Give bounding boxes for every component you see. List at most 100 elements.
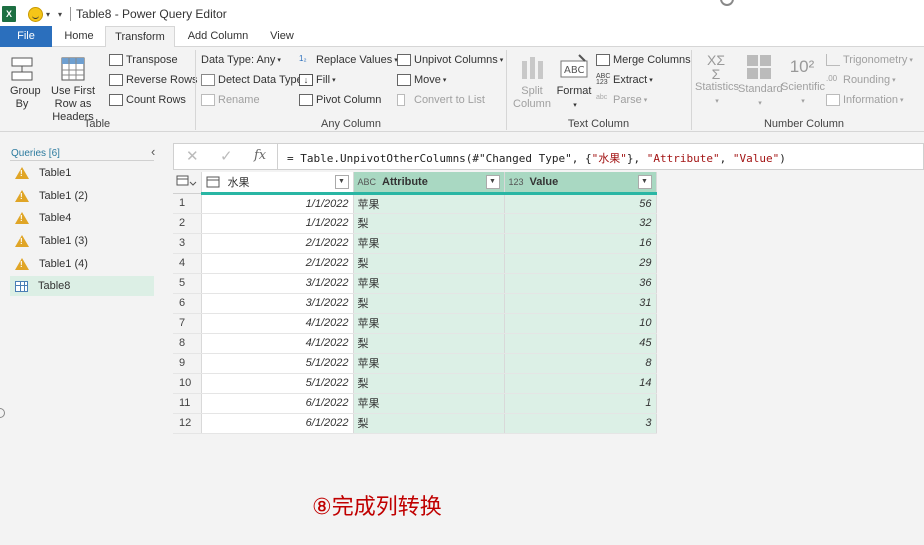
attribute-cell[interactable]: 苹果: [353, 393, 505, 414]
date-cell[interactable]: 3/1/2022: [201, 293, 354, 314]
tab-add-column[interactable]: Add Column: [178, 26, 258, 47]
table-row[interactable]: 11 6/1/2022 苹果 1: [173, 393, 657, 414]
date-cell[interactable]: 5/1/2022: [201, 353, 354, 374]
value-cell[interactable]: 56: [504, 193, 657, 214]
unpivot-columns-dropdown[interactable]: Unpivot Columns ▾: [397, 54, 503, 66]
attribute-cell[interactable]: 梨: [353, 213, 505, 234]
date-cell[interactable]: 1/1/2022: [201, 193, 354, 214]
attribute-cell[interactable]: 梨: [353, 293, 505, 314]
table-row[interactable]: 8 4/1/2022 梨 45: [173, 333, 657, 354]
table-row[interactable]: 9 5/1/2022 苹果 8: [173, 353, 657, 374]
reverse-rows-button[interactable]: Reverse Rows: [109, 74, 198, 86]
count-rows-button[interactable]: Count Rows: [109, 94, 186, 106]
rename-button[interactable]: Rename: [201, 94, 260, 106]
quick-access-dropdown-icon[interactable]: ▾: [58, 10, 62, 19]
move-dropdown[interactable]: Move ▾: [397, 74, 446, 86]
attribute-cell[interactable]: 苹果: [353, 353, 505, 374]
date-cell[interactable]: 6/1/2022: [201, 413, 354, 434]
row-number[interactable]: 5: [173, 273, 202, 294]
convert-to-list-button[interactable]: Convert to List: [397, 94, 485, 106]
tab-home[interactable]: Home: [55, 26, 103, 47]
column-filter-dropdown[interactable]: ▼: [334, 174, 349, 189]
replace-values-dropdown[interactable]: 1₂ Replace Values ▾: [299, 54, 398, 66]
date-cell[interactable]: 2/1/2022: [201, 233, 354, 254]
row-number[interactable]: 10: [173, 373, 202, 394]
query-item-selected[interactable]: Table8: [10, 276, 154, 296]
formula-input[interactable]: = Table.UnpivotOtherColumns(#"Changed Ty…: [287, 150, 786, 166]
column-filter-dropdown[interactable]: ▼: [637, 174, 652, 189]
column-header-value[interactable]: 123 Value ▼: [504, 172, 657, 195]
rounding-dropdown[interactable]: .00 Rounding ▾: [826, 74, 896, 86]
attribute-cell[interactable]: 梨: [353, 253, 505, 274]
date-cell[interactable]: 3/1/2022: [201, 273, 354, 294]
tab-transform[interactable]: Transform: [105, 26, 175, 48]
merge-columns-button[interactable]: Merge Columns: [596, 54, 691, 66]
value-cell[interactable]: 10: [504, 313, 657, 334]
value-cell[interactable]: 8: [504, 353, 657, 374]
value-cell[interactable]: 14: [504, 373, 657, 394]
date-cell[interactable]: 5/1/2022: [201, 373, 354, 394]
table-row[interactable]: 7 4/1/2022 苹果 10: [173, 313, 657, 334]
row-number[interactable]: 9: [173, 353, 202, 374]
fx-icon[interactable]: fx: [254, 148, 266, 163]
query-item[interactable]: Table1 (3): [10, 231, 154, 251]
column-header-attribute[interactable]: ABC Attribute ▼: [353, 172, 505, 195]
row-number[interactable]: 1: [173, 193, 202, 214]
table-row[interactable]: 4 2/1/2022 梨 29: [173, 253, 657, 274]
standard-button[interactable]: Standard ▾: [738, 53, 783, 110]
date-cell[interactable]: 4/1/2022: [201, 313, 354, 334]
value-cell[interactable]: 31: [504, 293, 657, 314]
pivot-column-button[interactable]: Pivot Column: [299, 94, 381, 106]
scientific-button[interactable]: 10² Scientific ▾: [781, 53, 825, 108]
commit-formula-icon[interactable]: ✓: [220, 147, 233, 165]
date-cell[interactable]: 4/1/2022: [201, 333, 354, 354]
detect-data-type-button[interactable]: Detect Data Type: [201, 74, 303, 86]
column-header-fruit[interactable]: 水果 ▼: [201, 172, 354, 195]
smiley-feedback-icon[interactable]: [28, 6, 43, 22]
row-number[interactable]: 11: [173, 393, 202, 414]
row-number[interactable]: 8: [173, 333, 202, 354]
query-item[interactable]: Table1: [10, 163, 154, 183]
row-number[interactable]: 12: [173, 413, 202, 434]
query-item[interactable]: Table1 (2): [10, 186, 154, 206]
split-column-button[interactable]: Split Column: [510, 53, 554, 111]
row-number[interactable]: 2: [173, 213, 202, 234]
row-number[interactable]: 7: [173, 313, 202, 334]
table-row[interactable]: 3 2/1/2022 苹果 16: [173, 233, 657, 254]
parse-dropdown[interactable]: abc Parse ▾: [596, 94, 647, 106]
fill-dropdown[interactable]: ↓ Fill ▾: [299, 74, 336, 86]
attribute-cell[interactable]: 梨: [353, 413, 505, 434]
value-cell[interactable]: 45: [504, 333, 657, 354]
cancel-formula-icon[interactable]: ✕: [186, 147, 199, 165]
value-cell[interactable]: 16: [504, 233, 657, 254]
table-row[interactable]: 10 5/1/2022 梨 14: [173, 373, 657, 394]
table-row[interactable]: 12 6/1/2022 梨 3: [173, 413, 657, 434]
extract-dropdown[interactable]: ABC 123 Extract ▾: [596, 73, 653, 86]
table-row[interactable]: 2 1/1/2022 梨 32: [173, 213, 657, 234]
date-cell[interactable]: 1/1/2022: [201, 213, 354, 234]
row-number[interactable]: 6: [173, 293, 202, 314]
query-item[interactable]: Table4: [10, 208, 154, 228]
attribute-cell[interactable]: 苹果: [353, 313, 505, 334]
value-cell[interactable]: 29: [504, 253, 657, 274]
format-button[interactable]: ABC Format ▾: [556, 53, 592, 112]
date-cell[interactable]: 6/1/2022: [201, 393, 354, 414]
group-by-button[interactable]: Group By: [4, 55, 41, 111]
table-row[interactable]: 5 3/1/2022 苹果 36: [173, 273, 657, 294]
tab-view[interactable]: View: [260, 26, 304, 47]
row-number[interactable]: 3: [173, 233, 202, 254]
value-cell[interactable]: 3: [504, 413, 657, 434]
collapse-pane-icon[interactable]: ‹: [151, 144, 155, 159]
row-number[interactable]: 4: [173, 253, 202, 274]
value-cell[interactable]: 32: [504, 213, 657, 234]
table-row[interactable]: 1 1/1/2022 苹果 56: [173, 193, 657, 214]
statistics-button[interactable]: XΣ Σ Statistics ▾: [695, 53, 739, 108]
attribute-cell[interactable]: 苹果: [353, 233, 505, 254]
attribute-cell[interactable]: 苹果: [353, 193, 505, 214]
data-type-dropdown[interactable]: Data Type: Any ▾: [201, 54, 281, 66]
date-cell[interactable]: 2/1/2022: [201, 253, 354, 274]
trigonometry-dropdown[interactable]: Trigonometry ▾: [826, 54, 913, 66]
table-row[interactable]: 6 3/1/2022 梨 31: [173, 293, 657, 314]
smiley-caret-icon[interactable]: ▾: [46, 10, 50, 19]
value-cell[interactable]: 36: [504, 273, 657, 294]
